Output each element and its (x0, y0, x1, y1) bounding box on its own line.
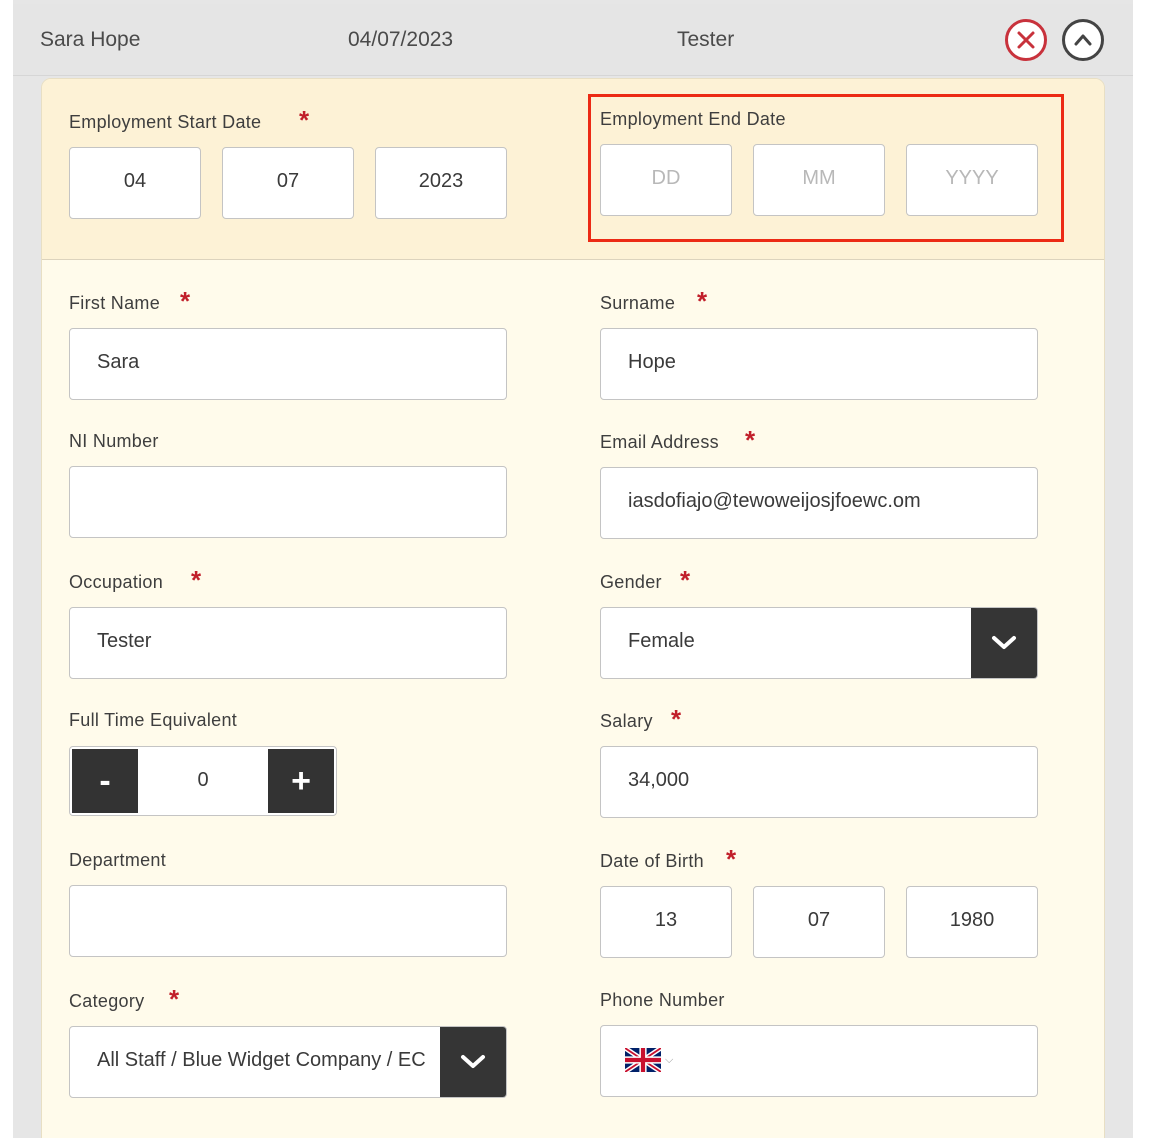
required-marker: * (180, 286, 191, 316)
highlight-box (588, 94, 1064, 242)
country-code-selector[interactable]: ⌵ (625, 1048, 673, 1072)
required-marker: * (191, 565, 202, 595)
phone-field[interactable]: ⌵ (600, 1025, 1038, 1097)
required-marker: * (671, 704, 682, 734)
employee-row-header[interactable]: Sara Hope 04/07/2023 Tester (13, 4, 1133, 76)
chevron-down-icon (992, 636, 1016, 649)
department-label: Department (69, 850, 167, 870)
category-dropdown-button[interactable] (440, 1027, 506, 1097)
required-marker: * (726, 844, 737, 874)
required-marker: * (299, 105, 310, 135)
fte-stepper[interactable]: - 0 + (69, 746, 337, 816)
dob-year-input[interactable]: 1980 (906, 886, 1038, 958)
employee-name: Sara Hope (40, 28, 141, 51)
collapse-button[interactable] (1062, 19, 1104, 61)
uk-flag-icon (625, 1048, 661, 1072)
phone-label: Phone Number (600, 990, 725, 1010)
chevron-up-icon (1074, 34, 1092, 46)
remove-employee-button[interactable] (1005, 19, 1047, 61)
required-marker: * (169, 984, 180, 1014)
start-date-year-input[interactable]: 2023 (375, 147, 507, 219)
fte-value[interactable]: 0 (138, 769, 268, 792)
first-name-label: First Name (69, 293, 161, 313)
required-marker: * (680, 565, 691, 595)
chevron-down-icon: ⌵ (665, 1053, 674, 1066)
dob-label: Date of Birth (600, 851, 704, 871)
required-marker: * (745, 425, 756, 455)
first-name-field[interactable]: Sara (69, 328, 507, 400)
fte-decrement-button[interactable]: - (72, 749, 138, 813)
email-field[interactable]: iasdofiajo@tewoweijosjfoewc.om (600, 467, 1038, 539)
close-circle-icon (1017, 31, 1035, 49)
start-date-day-input[interactable]: 04 (69, 147, 201, 219)
gender-select[interactable]: Female (600, 607, 1038, 679)
surname-field[interactable]: Hope (600, 328, 1038, 400)
employee-start-date: 04/07/2023 (348, 28, 454, 51)
occupation-label: Occupation (69, 572, 164, 592)
surname-label: Surname (600, 293, 676, 313)
required-marker: * (697, 286, 708, 316)
fte-increment-button[interactable]: + (268, 749, 334, 813)
gender-dropdown-button[interactable] (971, 608, 1037, 678)
ni-number-label: NI Number (69, 431, 159, 451)
fte-label: Full Time Equivalent (69, 710, 238, 730)
category-label: Category (69, 991, 145, 1011)
start-date-label: Employment Start Date (69, 112, 262, 132)
salary-label: Salary (600, 711, 653, 731)
category-select[interactable]: All Staff / Blue Widget Company / EC (69, 1026, 507, 1098)
email-label: Email Address (600, 432, 719, 452)
occupation-field[interactable]: Tester (69, 607, 507, 679)
department-field[interactable] (69, 885, 507, 957)
employee-role: Tester (677, 28, 735, 51)
start-date-month-input[interactable]: 07 (222, 147, 354, 219)
chevron-down-icon (461, 1055, 485, 1068)
dob-month-input[interactable]: 07 (753, 886, 885, 958)
gender-label: Gender (600, 572, 662, 592)
dob-day-input[interactable]: 13 (600, 886, 732, 958)
ni-number-field[interactable] (69, 466, 507, 538)
salary-field[interactable]: 34,000 (600, 746, 1038, 818)
